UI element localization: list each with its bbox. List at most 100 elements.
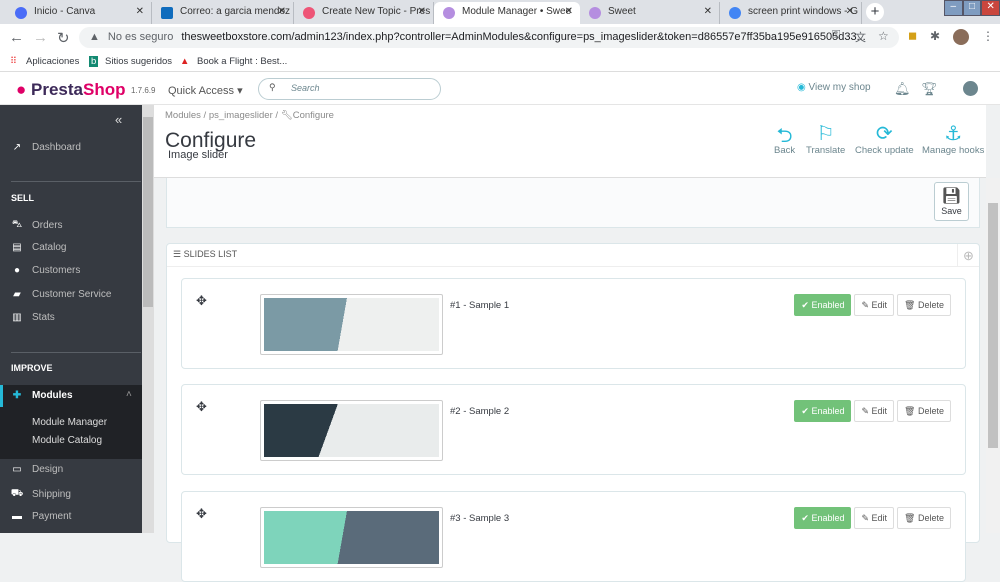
search-icon: ⚲ <box>269 82 276 92</box>
monitor-icon: ▭ <box>12 464 22 475</box>
collapse-icon[interactable]: « <box>115 112 122 127</box>
enabled-toggle[interactable]: ✔ Enabled <box>794 400 852 422</box>
breadcrumb-modules[interactable]: Modules <box>165 110 201 121</box>
list-icon: ☰ <box>173 249 182 259</box>
key-icon[interactable]: ⚿ <box>832 29 840 42</box>
browser-tab-active[interactable]: Module Manager • Swee ✕ <box>434 2 580 24</box>
reload-icon[interactable]: ↻ <box>57 29 70 47</box>
breadcrumb-module[interactable]: ps_imageslider <box>209 110 273 121</box>
delete-button[interactable]: 🗑︎ Delete <box>897 507 951 529</box>
scrollbar-thumb[interactable] <box>988 203 998 448</box>
chat-icon: ▰ <box>13 289 21 300</box>
edit-button[interactable]: ✎ Edit <box>854 294 895 316</box>
panel-heading: ☰ SLIDES LIST <box>167 244 979 267</box>
close-tab-icon[interactable]: ✕ <box>418 6 426 17</box>
bookmarks-bar: ⠿ Aplicaciones b Sitios sugeridos ▲ Book… <box>0 51 1000 72</box>
quick-access-dropdown[interactable]: Quick Access ▾ <box>168 84 243 97</box>
truck-icon: ⛟ <box>10 488 24 499</box>
drag-handle-icon[interactable]: ✥ <box>196 399 207 415</box>
browser-tab[interactable]: Correo: a garcia mendoz ✕ <box>152 2 294 24</box>
page-subtitle: Image slider <box>168 149 228 161</box>
canva-icon <box>15 7 27 19</box>
airline-icon: ▲ <box>180 56 190 67</box>
extension-icon[interactable]: ◼ <box>908 29 917 42</box>
browser-tab[interactable]: Inicio - Canva ✕ <box>6 2 152 24</box>
add-slide-icon[interactable]: ⊕ <box>957 244 979 267</box>
cupcake-icon <box>443 7 455 19</box>
close-tab-icon[interactable]: ✕ <box>565 6 573 17</box>
bookmark-suggested[interactable]: Sitios sugeridos <box>105 56 172 67</box>
sidebar-scrollbar[interactable] <box>142 105 154 533</box>
store-icon: ▤ <box>12 242 22 253</box>
trophy-icon[interactable]: 🏆︎ <box>921 81 938 97</box>
bell-icon[interactable]: 🔔︎ <box>894 81 911 97</box>
bookmark-flight[interactable]: Book a Flight : Best... <box>197 56 287 67</box>
delete-button[interactable]: 🗑︎ Delete <box>897 294 951 316</box>
sidebar-item-shipping[interactable]: ⛟ Shipping <box>10 488 71 501</box>
breadcrumb: Modules / ps_imageslider / 🔧︎Configure <box>165 110 334 121</box>
chevron-up-icon[interactable]: ˄ <box>126 389 132 400</box>
edit-button[interactable]: ✎ Edit <box>854 507 895 529</box>
close-window-icon[interactable]: ✕ <box>981 0 1000 16</box>
sidebar-item-orders[interactable]: ⛍ Orders <box>10 219 63 232</box>
sidebar-item-modules-expanded: ✚ Modules ˄ Module Manager Module Catalog <box>0 385 142 459</box>
browser-tab[interactable]: Create New Topic - Pres ✕ <box>294 2 434 24</box>
back-button[interactable]: ⮌ Back <box>774 121 795 156</box>
sidebar-item-customer-service[interactable]: ▰ Customer Service <box>10 289 111 300</box>
account-icon[interactable] <box>963 81 978 96</box>
translate-button[interactable]: ⚐ Translate <box>806 121 845 156</box>
enabled-toggle[interactable]: ✔ Enabled <box>794 507 852 529</box>
search-input[interactable]: ⚲ Search <box>258 78 441 100</box>
bookmark-apps[interactable]: Aplicaciones <box>26 56 79 67</box>
browser-tab[interactable]: screen print windows - G ✕ <box>720 2 862 24</box>
sidebar-lower: ▭ Design ⛟ Shipping ▬ Payment <box>0 459 142 533</box>
close-tab-icon[interactable]: ✕ <box>846 6 854 17</box>
prestashop-header: ● PrestaShop 1.7.6.9 Quick Access ▾ ⚲ Sea… <box>0 72 1000 105</box>
sidebar-subitem-module-catalog[interactable]: Module Catalog <box>32 435 102 446</box>
slide-item: ✥ #2 - Sample 2 ✔ Enabled ✎ Edit 🗑︎ Delete <box>181 384 966 475</box>
flag-icon: ⚐ <box>816 123 835 145</box>
manage-hooks-button[interactable]: ⚓︎ Manage hooks <box>922 121 984 156</box>
forward-arrow-icon[interactable]: → <box>33 29 48 46</box>
drag-handle-icon[interactable]: ✥ <box>196 293 207 309</box>
enabled-toggle[interactable]: ✔ Enabled <box>794 294 852 316</box>
prestashop-logo[interactable]: ● PrestaShop <box>16 80 125 100</box>
url-input[interactable]: ▲ No es seguro thesweetboxstore.com/admin1… <box>79 27 899 48</box>
sidebar-item-customers[interactable]: ● Customers <box>10 265 80 276</box>
slide-thumbnail <box>260 507 443 568</box>
card-icon: ▬ <box>12 511 22 522</box>
close-tab-icon[interactable]: ✕ <box>278 6 286 17</box>
view-shop-link[interactable]: ◉ View my shop <box>797 82 871 93</box>
sidebar-item-dashboard[interactable]: ↗ Dashboard <box>10 142 81 153</box>
close-tab-icon[interactable]: ✕ <box>704 6 712 17</box>
maximize-icon[interactable]: □ <box>962 0 982 16</box>
save-icon: 💾︎ <box>941 188 962 205</box>
minimize-icon[interactable]: – <box>944 0 963 16</box>
edit-button[interactable]: ✎ Edit <box>854 400 895 422</box>
sidebar-item-payment[interactable]: ▬ Payment <box>10 511 71 522</box>
new-tab-button[interactable]: + <box>866 3 884 21</box>
browser-tab[interactable]: Sweet ✕ <box>580 2 720 24</box>
translate-icon[interactable]: 文 <box>855 29 866 45</box>
sidebar-subitem-module-manager[interactable]: Module Manager <box>32 417 107 428</box>
sidebar-item-design[interactable]: ▭ Design <box>10 464 63 475</box>
drag-handle-icon[interactable]: ✥ <box>196 506 207 522</box>
profile-avatar[interactable] <box>953 29 969 45</box>
star-icon[interactable]: ☆ <box>878 29 889 43</box>
close-tab-icon[interactable]: ✕ <box>136 6 144 17</box>
sidebar-item-modules[interactable]: ✚ Modules <box>10 390 73 401</box>
browser-tab-bar: Inicio - Canva ✕ Correo: a garcia mendoz ✕… <box>0 0 1000 24</box>
sidebar-item-catalog[interactable]: ▤ Catalog <box>10 242 66 253</box>
sidebar-item-stats[interactable]: ▥ Stats <box>10 312 55 323</box>
menu-icon[interactable]: ⋮ <box>982 29 994 43</box>
scrollbar-thumb[interactable] <box>143 117 153 307</box>
slide-name: #3 - Sample 3 <box>450 513 510 524</box>
page-scrollbar[interactable] <box>986 178 1000 533</box>
section-improve: IMPROVE <box>11 363 53 373</box>
delete-button[interactable]: 🗑︎ Delete <box>897 400 951 422</box>
puzzle-icon[interactable]: ✱ <box>930 29 940 43</box>
slide-item: ✥ #3 - Sample 3 ✔ Enabled ✎ Edit 🗑︎ Delete <box>181 491 966 582</box>
check-update-button[interactable]: ⟳ Check update <box>855 121 914 156</box>
save-button[interactable]: 💾︎ Save <box>934 182 969 221</box>
back-arrow-icon[interactable]: ← <box>9 29 24 46</box>
